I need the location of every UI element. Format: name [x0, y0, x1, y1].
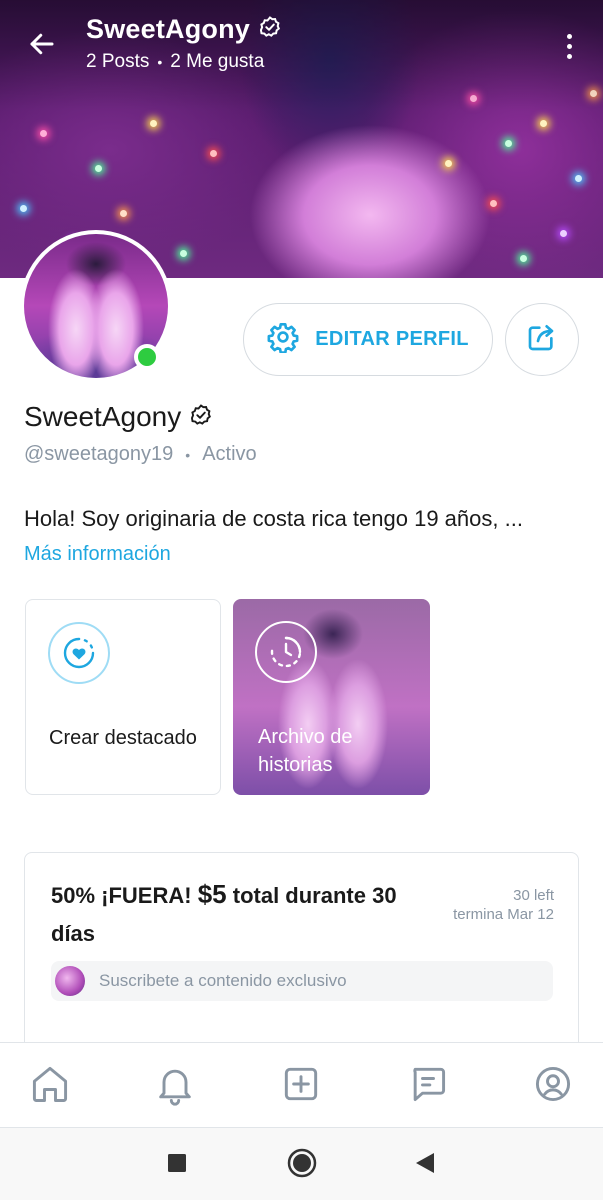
- promotion-discount: 50% ¡FUERA!: [51, 883, 192, 908]
- edit-profile-button[interactable]: EDITAR PERFIL: [243, 303, 493, 376]
- history-clock-icon: [255, 621, 317, 683]
- profile-name: SweetAgony: [24, 401, 182, 432]
- dot-icon: [566, 43, 572, 49]
- nav-messages[interactable]: [405, 1063, 451, 1109]
- home-icon: [28, 1062, 72, 1111]
- nav-notifications[interactable]: [152, 1063, 198, 1109]
- create-highlight-card[interactable]: Crear destacado: [25, 599, 221, 795]
- messages-icon: [406, 1062, 450, 1111]
- profile-name-row: SweetAgony: [24, 401, 213, 433]
- profile-icon: [531, 1062, 575, 1111]
- likes-count: 2 Me gusta: [170, 51, 265, 72]
- system-navigation-bar: [0, 1128, 603, 1200]
- add-post-icon: [279, 1062, 323, 1111]
- back-triangle-icon: [414, 1152, 436, 1179]
- online-status-indicator: [134, 344, 160, 370]
- promotion-price: $5: [197, 879, 227, 909]
- mini-avatar: [55, 966, 85, 996]
- subscribe-message-text: Suscribete a contenido exclusivo: [99, 971, 347, 990]
- profile-bio: Hola! Soy originaria de costa rica tengo…: [24, 506, 523, 531]
- handle-separator: •: [185, 446, 191, 463]
- story-archive-card[interactable]: Archivo de historias: [233, 599, 430, 795]
- share-button[interactable]: [505, 303, 579, 376]
- handle-row: @sweetagony19 • Activo: [24, 443, 257, 466]
- verified-icon: [258, 15, 282, 44]
- profile-handle: @sweetagony19: [24, 443, 174, 465]
- bell-icon: [153, 1062, 197, 1111]
- heart-progress-icon: [48, 622, 110, 684]
- promotion-remaining: 30 left: [513, 887, 554, 904]
- top-bar: SweetAgony 2 Posts • 2 Me gusta: [0, 0, 603, 90]
- recents-icon: [167, 1153, 187, 1178]
- header-name: SweetAgony: [86, 14, 251, 44]
- bottom-navigation: [0, 1042, 603, 1128]
- dot-icon: [566, 33, 572, 39]
- home-circle-icon: [287, 1148, 317, 1183]
- gear-icon: [267, 321, 299, 358]
- promotion-title: 50% ¡FUERA! $5 total durante 30 días: [51, 875, 421, 953]
- stats-separator: •: [157, 54, 163, 70]
- nav-add-post[interactable]: [278, 1063, 324, 1109]
- header-stats: 2 Posts • 2 Me gusta: [86, 51, 264, 73]
- more-info-link[interactable]: Más información: [24, 543, 171, 566]
- more-options-button[interactable]: [553, 26, 585, 66]
- activity-status: Activo: [202, 443, 257, 465]
- create-highlight-label: Crear destacado: [49, 727, 197, 749]
- dot-icon: [566, 53, 572, 59]
- nav-home[interactable]: [27, 1063, 73, 1109]
- nav-profile[interactable]: [530, 1063, 576, 1109]
- system-home-button[interactable]: [285, 1148, 319, 1182]
- promotion-card[interactable]: 50% ¡FUERA! $5 total durante 30 días 30 …: [24, 852, 579, 1072]
- back-button[interactable]: [22, 26, 62, 66]
- system-back-button[interactable]: [408, 1148, 442, 1182]
- arrow-left-icon: [27, 29, 57, 64]
- story-archive-label: Archivo de historias: [258, 726, 353, 776]
- subscribe-message[interactable]: Suscribete a contenido exclusivo: [51, 961, 553, 1001]
- recents-button[interactable]: [160, 1148, 194, 1182]
- edit-profile-label: EDITAR PERFIL: [315, 328, 469, 350]
- share-icon: [526, 321, 558, 358]
- promotion-end-date: termina Mar 12: [453, 906, 554, 923]
- verified-icon: [189, 403, 213, 432]
- promotion-meta: 30 left termina Mar 12: [444, 886, 554, 924]
- header-title: SweetAgony: [86, 14, 282, 45]
- posts-count: 2 Posts: [86, 51, 150, 72]
